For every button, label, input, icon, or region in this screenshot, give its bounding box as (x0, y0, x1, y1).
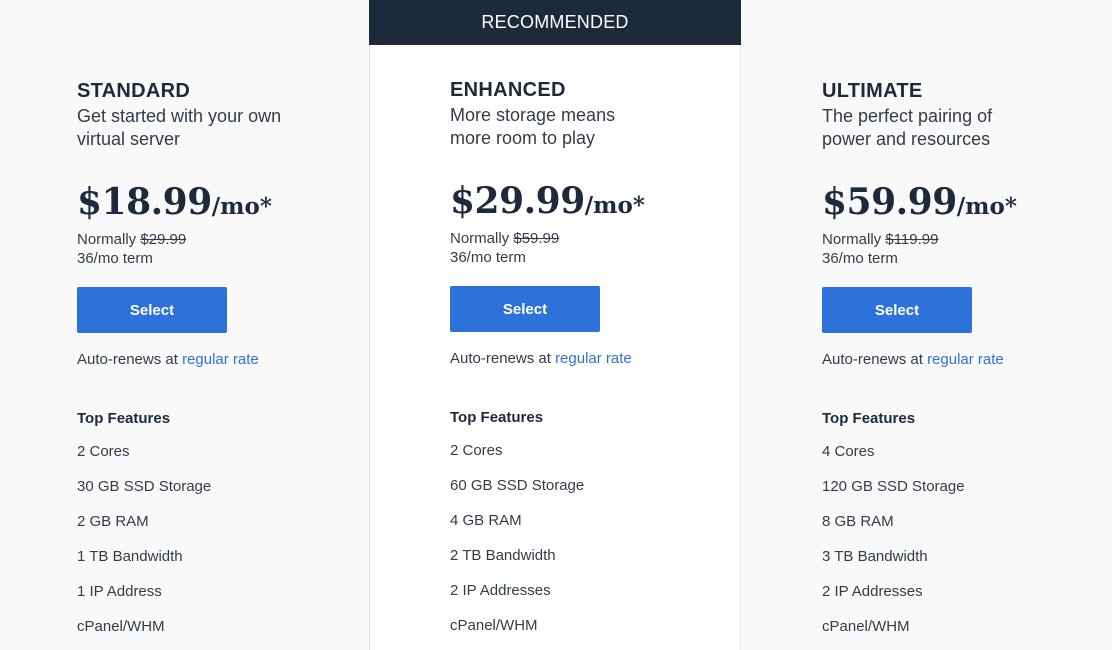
plan-name: ULTIMATE (822, 80, 923, 102)
feature-item: 3 TB Bandwidth (822, 548, 928, 565)
feature-item: 2 Cores (450, 442, 503, 459)
auto-renew-text: Auto-renews at regular rate (822, 351, 1102, 368)
feature-item: cPanel/WHM (77, 618, 165, 635)
regular-rate-link[interactable]: regular rate (182, 351, 259, 368)
auto-renew-label: Auto-renews at (77, 351, 178, 368)
auto-renew-label: Auto-renews at (822, 351, 923, 368)
plan-name: ENHANCED (450, 79, 566, 101)
term-text: 36/mo term (822, 250, 898, 267)
price-unit: /mo* (584, 192, 645, 219)
normally-label: Normally (450, 230, 510, 247)
regular-rate-link[interactable]: regular rate (555, 350, 632, 367)
price-row: $18.99 /mo* (77, 181, 359, 223)
feature-item: 2 IP Addresses (450, 582, 551, 599)
plan-name: STANDARD (77, 80, 191, 102)
normal-price-line: Normally $59.99 (450, 230, 730, 247)
feature-item: 2 TB Bandwidth (450, 547, 556, 564)
feature-item: cPanel/WHM (450, 617, 538, 634)
feature-item: 60 GB SSD Storage (450, 477, 585, 494)
price-row: $29.99 /mo* (450, 180, 730, 222)
feature-list: 2 Cores 30 GB SSD Storage 2 GB RAM 1 TB … (77, 443, 359, 650)
feature-item: 2 Cores (77, 443, 130, 460)
auto-renew-text: Auto-renews at regular rate (450, 350, 730, 367)
plan-price: $59.99 (822, 181, 957, 223)
feature-item: 1 TB Bandwidth (77, 548, 183, 565)
feature-item: 4 GB RAM (450, 512, 522, 529)
feature-item: 1 IP Address (77, 583, 162, 600)
price-unit: /mo* (956, 193, 1017, 220)
plan-tagline: The perfect pairing of power and resourc… (822, 106, 993, 149)
feature-item: 8 GB RAM (822, 513, 894, 530)
feature-item: 30 GB SSD Storage (77, 478, 212, 495)
auto-renew-label: Auto-renews at (450, 350, 551, 367)
feature-item: cPanel/WHM (822, 618, 910, 635)
term-text: 36/mo term (77, 250, 153, 267)
features-title: Top Features (77, 410, 171, 427)
original-price: $29.99 (140, 231, 187, 248)
regular-rate-link[interactable]: regular rate (927, 351, 1004, 368)
select-button-standard[interactable]: Select (77, 287, 227, 333)
pricing-page: STANDARD Get started with your own virtu… (0, 0, 1112, 650)
plan-price: $29.99 (450, 180, 585, 222)
term-text: 36/mo term (450, 249, 526, 266)
feature-list: 2 Cores 60 GB SSD Storage 4 GB RAM 2 TB … (450, 442, 730, 650)
price-unit: /mo* (211, 193, 272, 220)
normal-price-line: Normally $119.99 (822, 231, 1102, 248)
feature-list: 4 Cores 120 GB SSD Storage 8 GB RAM 3 TB… (822, 443, 1102, 650)
feature-item: 2 IP Addresses (822, 583, 923, 600)
normally-label: Normally (822, 231, 882, 248)
normal-price-line: Normally $29.99 (77, 231, 359, 248)
auto-renew-text: Auto-renews at regular rate (77, 351, 359, 368)
select-button-enhanced[interactable]: Select (450, 286, 600, 332)
plan-price: $18.99 (77, 181, 212, 223)
plan-card-ultimate: ULTIMATE The perfect pairing of power an… (741, 0, 1112, 650)
feature-item: 4 Cores (822, 443, 875, 460)
recommended-banner: RECOMMENDED (369, 0, 741, 45)
features-title: Top Features (450, 409, 544, 426)
plan-tagline: Get started with your own virtual server (77, 106, 282, 149)
feature-item: 120 GB SSD Storage (822, 478, 965, 495)
plan-card-standard: STANDARD Get started with your own virtu… (0, 0, 369, 650)
original-price: $119.99 (885, 231, 939, 248)
feature-item: 2 GB RAM (77, 513, 149, 530)
select-button-ultimate[interactable]: Select (822, 287, 972, 333)
normally-label: Normally (77, 231, 137, 248)
original-price: $59.99 (513, 230, 560, 247)
features-title: Top Features (822, 410, 916, 427)
price-row: $59.99 /mo* (822, 181, 1102, 223)
plan-tagline: More storage means more room to play (450, 105, 616, 148)
plan-card-enhanced: RECOMMENDED ENHANCED More storage means … (369, 0, 741, 650)
